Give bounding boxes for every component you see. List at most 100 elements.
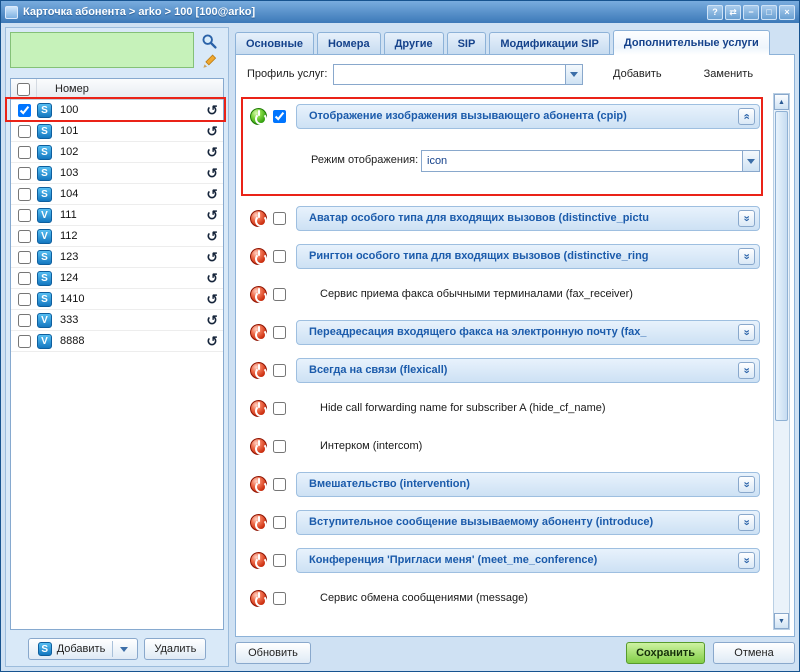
service-bar[interactable]: Вмешательство (intervention) » (296, 472, 760, 497)
power-off-icon[interactable] (250, 324, 267, 341)
chevron-down-icon[interactable]: » (738, 248, 755, 265)
scroll-down-icon[interactable]: ▼ (774, 613, 789, 629)
edit-pencil-icon[interactable] (198, 52, 220, 71)
search-icon[interactable] (198, 32, 220, 51)
chevron-down-icon[interactable]: » (738, 210, 755, 227)
service-checkbox[interactable] (273, 516, 286, 529)
service-bar[interactable]: Отображение изображения вызывающего абон… (296, 104, 760, 129)
row-checkbox[interactable] (18, 125, 31, 138)
service-checkbox[interactable] (273, 250, 286, 263)
service-checkbox[interactable] (273, 554, 286, 567)
tab-additional-services[interactable]: Дополнительные услуги (613, 30, 770, 55)
select-all-checkbox[interactable] (17, 83, 30, 96)
scroll-track[interactable] (774, 422, 789, 613)
history-icon[interactable]: ↺ (206, 166, 218, 180)
history-icon[interactable]: ↺ (206, 292, 218, 306)
power-off-icon[interactable] (250, 400, 267, 417)
display-mode-select[interactable]: icon (421, 150, 760, 172)
history-icon[interactable]: ↺ (206, 334, 218, 348)
profile-replace-button[interactable]: Заменить (704, 68, 753, 80)
service-checkbox[interactable] (273, 440, 286, 453)
dropdown-arrow-icon[interactable] (120, 647, 128, 652)
minimize-icon[interactable]: − (743, 5, 759, 20)
row-checkbox[interactable] (18, 188, 31, 201)
service-checkbox[interactable] (273, 478, 286, 491)
table-row[interactable]: S 123 ↺ (11, 247, 223, 268)
close-icon[interactable]: × (779, 5, 795, 20)
help-icon[interactable]: ? (707, 5, 723, 20)
services-scrollbar[interactable]: ▲ ▼ (773, 93, 790, 630)
table-row[interactable]: S 104 ↺ (11, 184, 223, 205)
row-checkbox[interactable] (18, 167, 31, 180)
row-checkbox[interactable] (18, 146, 31, 159)
power-off-icon[interactable] (250, 248, 267, 265)
history-icon[interactable]: ↺ (206, 229, 218, 243)
row-checkbox[interactable] (18, 104, 31, 117)
history-icon[interactable]: ↺ (206, 145, 218, 159)
history-icon[interactable]: ↺ (206, 208, 218, 222)
dropdown-arrow-icon[interactable] (565, 65, 582, 84)
tab-sip[interactable]: SIP (447, 32, 487, 54)
profile-select[interactable] (333, 64, 583, 85)
power-off-icon[interactable] (250, 552, 267, 569)
power-off-icon[interactable] (250, 514, 267, 531)
chevron-up-icon[interactable]: « (738, 108, 755, 125)
service-bar[interactable]: Аватар особого типа для входящих вызовов… (296, 206, 760, 231)
history-icon[interactable]: ↺ (206, 124, 218, 138)
chevron-down-icon[interactable]: » (738, 552, 755, 569)
service-checkbox[interactable] (273, 110, 286, 123)
service-checkbox[interactable] (273, 288, 286, 301)
service-checkbox[interactable] (273, 212, 286, 225)
row-checkbox[interactable] (18, 230, 31, 243)
table-row[interactable]: V 8888 ↺ (11, 331, 223, 352)
table-row[interactable]: S 102 ↺ (11, 142, 223, 163)
tab-other[interactable]: Другие (384, 32, 444, 54)
power-off-icon[interactable] (250, 438, 267, 455)
row-checkbox[interactable] (18, 314, 31, 327)
chevron-down-icon[interactable]: » (738, 324, 755, 341)
table-row[interactable]: S 100 ↺ (11, 100, 223, 121)
row-checkbox[interactable] (18, 335, 31, 348)
table-row[interactable]: S 124 ↺ (11, 268, 223, 289)
power-off-icon[interactable] (250, 362, 267, 379)
service-checkbox[interactable] (273, 592, 286, 605)
cancel-button[interactable]: Отмена (713, 642, 795, 664)
power-off-icon[interactable] (250, 210, 267, 227)
chevron-down-icon[interactable]: » (738, 476, 755, 493)
table-row[interactable]: S 1410 ↺ (11, 289, 223, 310)
tab-main[interactable]: Основные (235, 32, 314, 54)
chevron-down-icon[interactable]: » (738, 362, 755, 379)
power-off-icon[interactable] (250, 286, 267, 303)
service-bar[interactable]: Всегда на связи (flexicall) » (296, 358, 760, 383)
service-bar[interactable]: Переадресация входящего факса на электро… (296, 320, 760, 345)
service-checkbox[interactable] (273, 402, 286, 415)
history-icon[interactable]: ↺ (206, 271, 218, 285)
refresh-icon[interactable]: ⇄ (725, 5, 741, 20)
service-bar[interactable]: Вступительное сообщение вызываемому абон… (296, 510, 760, 535)
service-bar[interactable]: Конференция 'Пригласи меня' (meet_me_con… (296, 548, 760, 573)
scroll-up-icon[interactable]: ▲ (774, 94, 789, 110)
tab-sip-modifications[interactable]: Модификации SIP (489, 32, 610, 54)
service-checkbox[interactable] (273, 364, 286, 377)
history-icon[interactable]: ↺ (206, 187, 218, 201)
service-checkbox[interactable] (273, 326, 286, 339)
table-row[interactable]: V 112 ↺ (11, 226, 223, 247)
power-on-icon[interactable] (250, 108, 267, 125)
refresh-button[interactable]: Обновить (235, 642, 311, 664)
power-off-icon[interactable] (250, 590, 267, 607)
row-checkbox[interactable] (18, 293, 31, 306)
power-off-icon[interactable] (250, 476, 267, 493)
service-bar[interactable]: Рингтон особого типа для входящих вызово… (296, 244, 760, 269)
table-row[interactable]: V 333 ↺ (11, 310, 223, 331)
maximize-icon[interactable]: □ (761, 5, 777, 20)
table-row[interactable]: S 101 ↺ (11, 121, 223, 142)
row-checkbox[interactable] (18, 251, 31, 264)
scroll-thumb[interactable] (775, 111, 788, 421)
tab-numbers[interactable]: Номера (317, 32, 381, 54)
table-row[interactable]: S 103 ↺ (11, 163, 223, 184)
row-checkbox[interactable] (18, 209, 31, 222)
chevron-down-icon[interactable]: » (738, 514, 755, 531)
table-row[interactable]: V 111 ↺ (11, 205, 223, 226)
history-icon[interactable]: ↺ (206, 103, 218, 117)
history-icon[interactable]: ↺ (206, 313, 218, 327)
